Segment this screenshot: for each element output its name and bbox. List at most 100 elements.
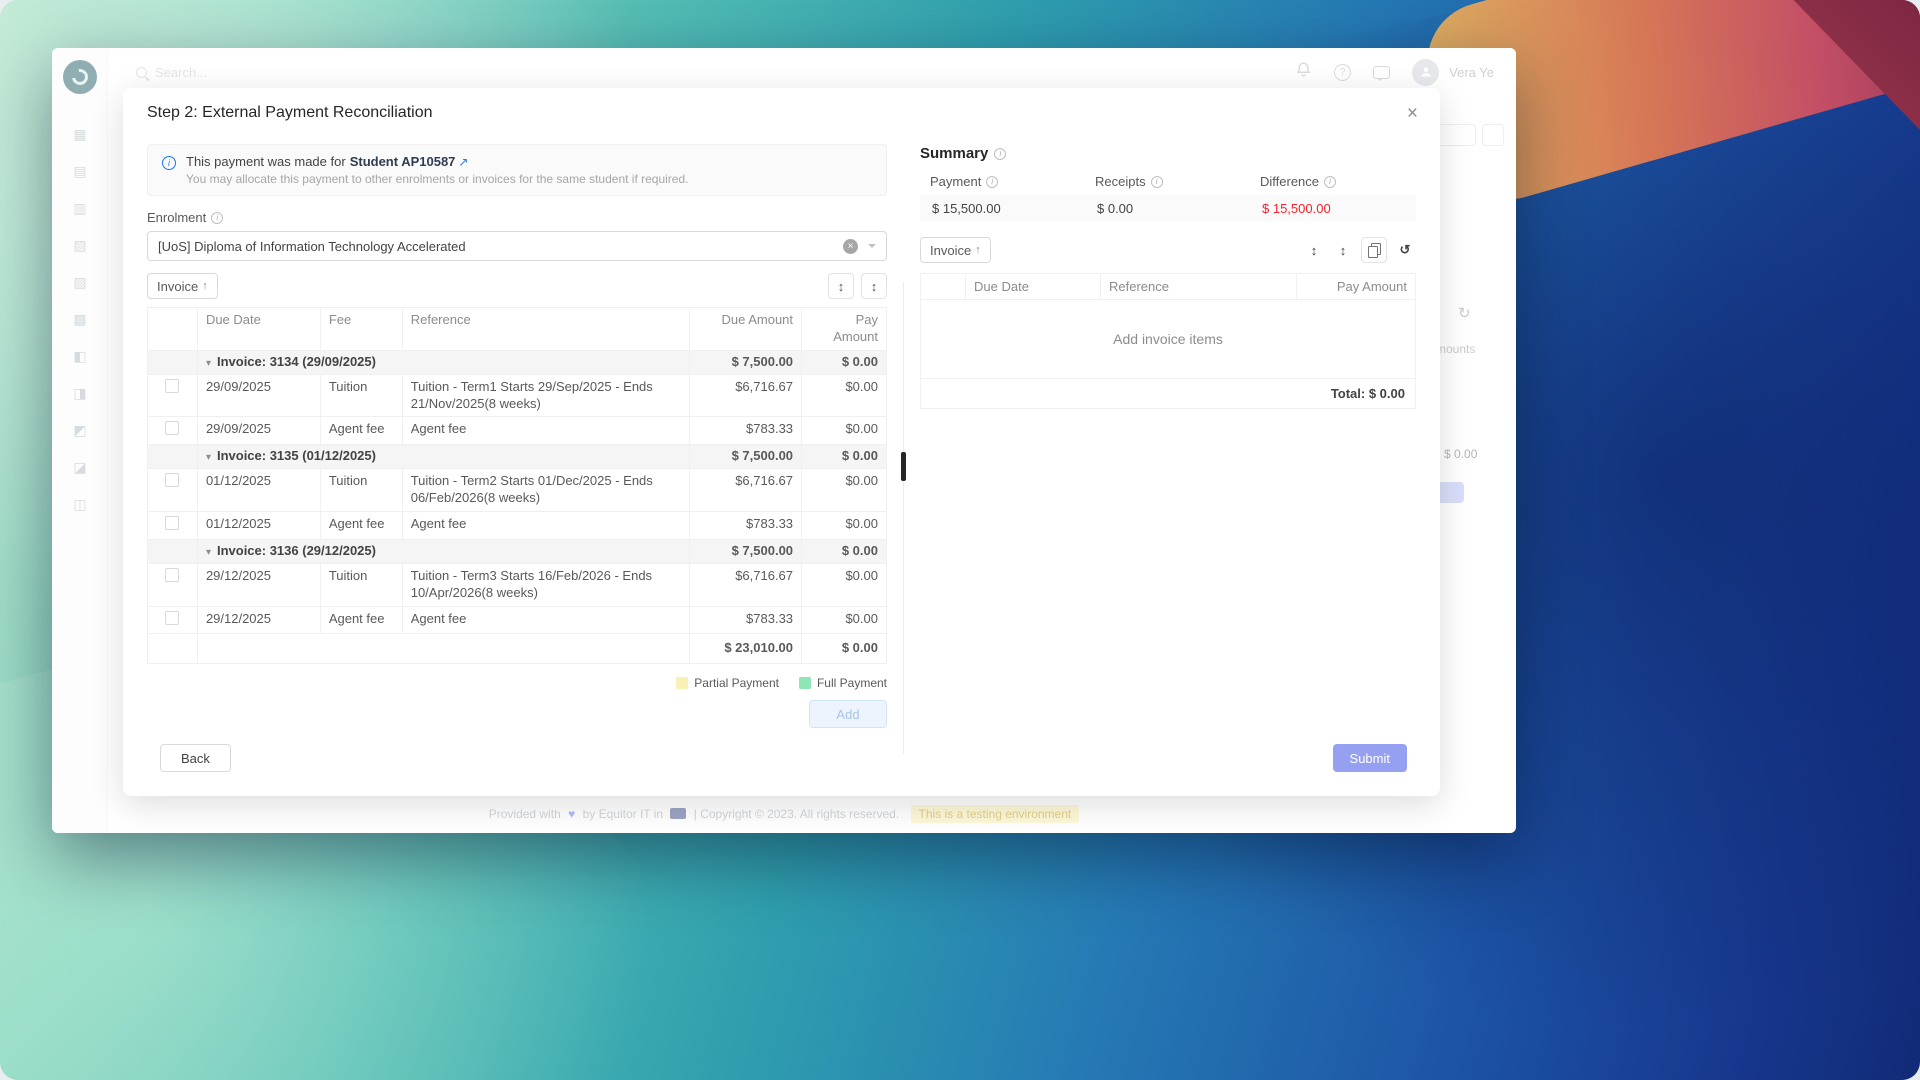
cell-due-amount: $783.33 xyxy=(689,511,803,540)
invoice-group-row[interactable]: ▾ Invoice: 3136 (29/12/2025) $ 7,500.00 $… xyxy=(147,538,887,564)
cell-fee: Tuition xyxy=(319,562,403,607)
table-total-row: $ 23,010.00 $ 0.00 xyxy=(147,633,887,665)
splitter-handle[interactable] xyxy=(901,452,906,481)
select-all-header xyxy=(921,274,966,299)
col-due-amount: Due Amount xyxy=(689,307,803,351)
expand-icon: ↕ xyxy=(837,278,845,294)
cell-pay-amount: $0.00 xyxy=(801,416,887,446)
cell-fee: Agent fee xyxy=(319,511,403,540)
summary-invoice-sort-button[interactable]: Invoice ↑ xyxy=(920,237,991,263)
info-icon: i xyxy=(211,211,224,224)
external-link-icon[interactable]: ↗ xyxy=(458,155,468,169)
enrolment-label-text: Enrolment xyxy=(147,210,207,225)
student-link[interactable]: Student AP10587 xyxy=(350,154,456,169)
cell-fee: Agent fee xyxy=(319,416,403,446)
row-checkbox[interactable] xyxy=(165,378,180,393)
cell-pay-amount: $0.00 xyxy=(801,468,887,513)
copy-button[interactable] xyxy=(1361,237,1387,263)
col-reference: Reference xyxy=(401,307,691,351)
row-checkbox[interactable] xyxy=(165,421,180,436)
allocation-pane: i This payment was made for Student AP105… xyxy=(147,132,887,796)
allocation-table: Due Date Fee Reference Due Amount Pay Am… xyxy=(147,307,887,665)
summary-stat-labels: Payment i Receipts i Difference i xyxy=(920,174,1416,189)
cell-reference: Agent fee xyxy=(401,511,691,540)
info-icon: i xyxy=(986,175,999,188)
enrolment-select[interactable]: [UoS] Diploma of Information Technology … xyxy=(147,231,887,261)
payment-label: Payment xyxy=(930,174,982,189)
chevron-down-icon[interactable] xyxy=(868,244,876,252)
collapse-icon: ↕ xyxy=(1339,242,1347,258)
expand-rows-button[interactable]: ↕ xyxy=(828,273,854,299)
invoice-item-row: 29/12/2025 Agent fee Agent fee $783.33 $… xyxy=(147,605,887,635)
select-all-header xyxy=(147,307,198,351)
back-button[interactable]: Back xyxy=(160,744,231,772)
col-reference: Reference xyxy=(1101,274,1297,299)
history-button[interactable]: ↺ xyxy=(1394,237,1416,263)
empty-state-text: Add invoice items xyxy=(1113,331,1223,347)
cell-fee: Agent fee xyxy=(319,605,403,635)
enrolment-label: Enrolment i xyxy=(147,210,887,225)
row-checkbox[interactable] xyxy=(165,516,180,531)
summary-total: Total: $ 0.00 xyxy=(1330,386,1405,401)
modal-header: Step 2: External Payment Reconciliation … xyxy=(123,88,1440,132)
difference-label: Difference xyxy=(1260,174,1320,189)
payment-value: $ 15,500.00 xyxy=(932,200,1001,216)
invoice-item-row: 01/12/2025 Tuition Tuition - Term2 Start… xyxy=(147,468,887,513)
expand-rows-button[interactable]: ↕ xyxy=(1303,237,1325,263)
col-pay-amount: Pay Amount xyxy=(801,307,887,351)
close-button[interactable]: × xyxy=(1407,104,1418,123)
invoice-group-title: Invoice: 3135 (01/12/2025) xyxy=(216,448,376,464)
info-icon: i xyxy=(1150,175,1163,188)
invoice-sort-button[interactable]: Invoice ↑ xyxy=(147,273,218,299)
cell-reference: Agent fee xyxy=(401,605,691,635)
enrolment-value: [UoS] Diploma of Information Technology … xyxy=(158,238,466,254)
summary-toolbar: Invoice ↑ ↕ ↕ ↺ xyxy=(920,237,1416,263)
payment-legend: Partial Payment Full Payment xyxy=(147,676,887,690)
info-icon: i xyxy=(1324,175,1337,188)
difference-value: $ 15,500.00 xyxy=(1262,200,1331,216)
sort-asc-icon: ↑ xyxy=(975,244,981,256)
group-due-amount: $ 7,500.00 xyxy=(689,444,803,470)
cell-due-amount: $783.33 xyxy=(689,416,803,446)
cell-due-date: 29/12/2025 xyxy=(196,562,321,607)
collapse-caret-icon[interactable]: ▾ xyxy=(206,452,211,463)
partial-payment-label: Partial Payment xyxy=(694,676,779,691)
pane-splitter[interactable] xyxy=(887,132,920,796)
modal-title: Step 2: External Payment Reconciliation xyxy=(147,104,433,121)
row-checkbox[interactable] xyxy=(165,567,180,582)
group-pay-amount: $ 0.00 xyxy=(801,444,887,470)
banner-prefix: This payment was made for xyxy=(186,154,346,169)
cell-due-amount: $6,716.67 xyxy=(689,373,803,418)
summary-table-header: Due Date Reference Pay Amount xyxy=(921,274,1415,300)
cell-fee: Tuition xyxy=(319,468,403,513)
row-checkbox[interactable] xyxy=(165,473,180,488)
modal-body: i This payment was made for Student AP105… xyxy=(123,132,1440,796)
summary-table: Due Date Reference Pay Amount Add invoic… xyxy=(920,273,1416,409)
cell-due-date: 29/12/2025 xyxy=(196,605,321,635)
expand-icon: ↕ xyxy=(1310,242,1318,258)
invoice-group-row[interactable]: ▾ Invoice: 3135 (01/12/2025) $ 7,500.00 $… xyxy=(147,444,887,470)
collapse-caret-icon[interactable]: ▾ xyxy=(206,358,211,369)
clear-icon[interactable]: × xyxy=(843,238,858,254)
reconciliation-modal: Step 2: External Payment Reconciliation … xyxy=(123,88,1440,796)
total-due-amount: $ 23,010.00 xyxy=(689,633,803,665)
receipts-label: Receipts xyxy=(1095,174,1146,189)
collapse-caret-icon[interactable]: ▾ xyxy=(206,547,211,558)
submit-button[interactable]: Submit xyxy=(1332,744,1407,772)
banner-text: This payment was made for Student AP10587… xyxy=(186,154,874,169)
invoice-group-row[interactable]: ▾ Invoice: 3134 (29/09/2025) $ 7,500.00 $… xyxy=(147,349,887,375)
invoice-sort-label: Invoice xyxy=(157,278,199,294)
cell-due-date: 29/09/2025 xyxy=(196,373,321,418)
receipts-value: $ 0.00 xyxy=(1097,200,1134,216)
invoice-item-row: 29/12/2025 Tuition Tuition - Term3 Start… xyxy=(147,562,887,607)
add-button[interactable]: Add xyxy=(809,700,887,729)
cell-due-date: 29/09/2025 xyxy=(196,416,321,446)
row-checkbox[interactable] xyxy=(165,610,180,625)
group-pay-amount: $ 0.00 xyxy=(801,538,887,564)
allocation-toolbar: Invoice ↑ ↕ ↕ xyxy=(147,273,887,299)
wallpaper-corner xyxy=(1793,0,1920,130)
collapse-rows-button[interactable]: ↕ xyxy=(861,273,887,299)
cell-reference: Agent fee xyxy=(401,416,691,446)
splitter-line xyxy=(903,282,904,754)
collapse-rows-button[interactable]: ↕ xyxy=(1332,237,1354,263)
